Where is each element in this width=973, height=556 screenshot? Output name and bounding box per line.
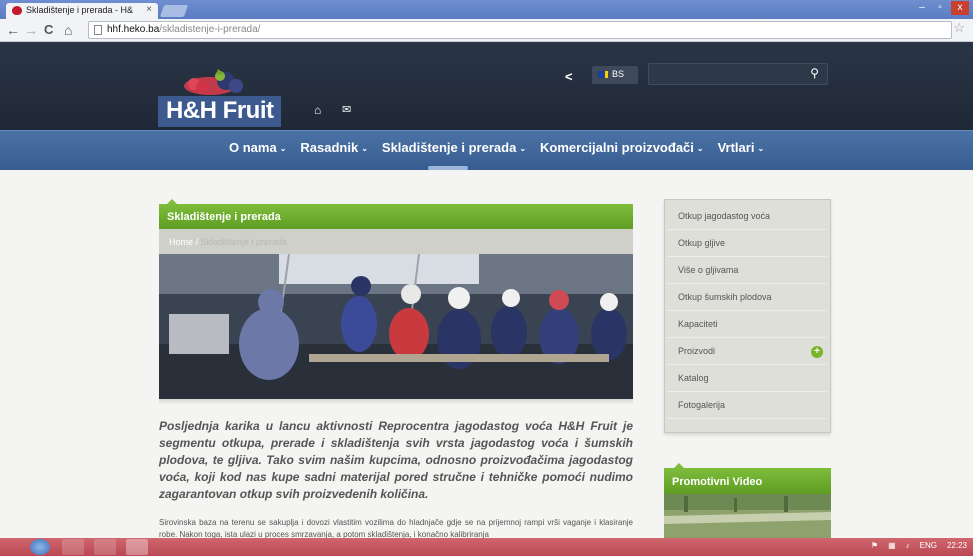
nav-label: O nama	[229, 140, 277, 155]
taskbar-app-browser[interactable]	[126, 539, 148, 555]
promo-video-thumbnail[interactable]	[664, 494, 831, 538]
window-close-button[interactable]: x	[951, 1, 969, 15]
taskbar-app-explorer[interactable]	[62, 539, 84, 555]
minimize-button[interactable]: –	[915, 1, 929, 15]
nav-label: Vrtlari	[717, 140, 755, 155]
sidebar-item-label: Proizvodi	[678, 346, 716, 356]
system-tray: ⚑ ▦ ♪ ENG 22:23	[871, 541, 967, 550]
home-button[interactable]: ⌂	[64, 22, 72, 38]
os-taskbar: ⚑ ▦ ♪ ENG 22:23	[0, 538, 973, 556]
back-button[interactable]: ←	[6, 22, 20, 38]
sidebar-item-label: Otkup jagodastog voća	[678, 211, 771, 221]
sidebar-item-label: Katalog	[678, 373, 709, 383]
workers-photo-illustration	[159, 254, 633, 399]
breadcrumb-current: Skladištenje i prerada	[200, 237, 288, 247]
sidebar-menu: Otkup jagodastog voća Otkup gljive Više …	[664, 199, 831, 433]
site-logo[interactable]: H&H Fruit	[158, 58, 292, 128]
nav-label: Rasadnik	[300, 140, 359, 155]
mail-icon[interactable]: ✉	[342, 103, 351, 116]
flag-tray-icon[interactable]: ⚑	[871, 541, 878, 550]
chevron-down-icon: ⌄	[279, 144, 287, 153]
taskbar-app-media[interactable]	[94, 539, 116, 555]
home-icon[interactable]: ⌂	[314, 103, 321, 117]
sidebar-item-otkup-gljive[interactable]: Otkup gljive	[668, 232, 827, 257]
processing-hall-photo	[159, 254, 633, 399]
forward-button[interactable]: →	[24, 22, 38, 38]
photo-shadow	[159, 399, 633, 405]
breadcrumb: Home / Skladištenje i prerada	[159, 229, 633, 254]
search-input[interactable]	[653, 66, 803, 82]
nav-item-rasadnik[interactable]: Rasadnik ⌄	[300, 140, 368, 155]
site-header	[0, 42, 973, 130]
browser-toolbar: ← → C ⌂ hhf.heko.ba/skladistenje-i-prera…	[0, 19, 973, 42]
site-favicon-icon	[12, 6, 22, 15]
nav-label: Komercijalni proizvođači	[540, 140, 694, 155]
volume-icon[interactable]: ♪	[906, 541, 910, 550]
sidebar-item-label: Fotogalerija	[678, 400, 726, 410]
site-search: ⚲	[648, 63, 828, 85]
sidebar-item-label: Više o gljivama	[678, 265, 739, 275]
berries-logo-icon	[184, 69, 243, 95]
tray-language[interactable]: ENG	[920, 541, 937, 550]
expand-plus-icon[interactable]: +	[811, 346, 823, 358]
promo-video-title: Promotivni Video	[664, 463, 831, 494]
sidebar-item-vise-o-gljivama[interactable]: Više o gljivama	[668, 259, 827, 284]
sidebar-item-proizvodi[interactable]: Proizvodi +	[668, 340, 827, 365]
chevron-left-icon[interactable]: <	[565, 69, 573, 84]
tab-close-button[interactable]: ×	[146, 4, 152, 15]
network-icon[interactable]: ▦	[888, 541, 896, 550]
breadcrumb-separator: /	[193, 237, 201, 247]
sidebar-item-katalog[interactable]: Katalog	[668, 367, 827, 392]
main-navigation: O nama ⌄ Rasadnik ⌄ Skladištenje i prerada…	[0, 130, 973, 170]
language-label: BS	[612, 69, 625, 79]
nav-item-vrtlari[interactable]: Vrtlari ⌄	[718, 140, 765, 155]
tab-title: Skladištenje i prerada - H&	[26, 5, 134, 15]
sidebar-item-kapaciteti[interactable]: Kapaciteti	[668, 313, 827, 338]
nav-item-skladistenje[interactable]: Skladištenje i prerada ⌄	[382, 140, 526, 155]
window-controls: – ▫ x	[915, 1, 969, 15]
article-lead: Posljednja karika u lancu aktivnosti Rep…	[159, 419, 633, 501]
sidebar-item-label: Otkup šumskih plodova	[678, 292, 772, 302]
browser-tab[interactable]: Skladištenje i prerada - H& ×	[6, 3, 158, 19]
flag-icon	[598, 71, 608, 78]
nav-item-o-nama[interactable]: O nama ⌄	[229, 140, 286, 155]
url-path: /skladistenje-i-prerada/	[159, 24, 261, 35]
sidebar-item-otkup-jagodastog-voca[interactable]: Otkup jagodastog voća	[668, 205, 827, 230]
page-title: Skladištenje i prerada	[159, 199, 633, 229]
clock[interactable]: 22:23	[947, 541, 967, 550]
address-bar[interactable]: hhf.heko.ba/skladistenje-i-prerada/	[88, 21, 952, 39]
chevron-down-icon: ⌄	[519, 144, 527, 153]
logo-text: H&H Fruit	[158, 96, 282, 127]
nav-label: Skladištenje i prerada	[381, 140, 517, 155]
browser-titlebar: Skladištenje i prerada - H& × – ▫ x	[0, 0, 973, 19]
search-icon[interactable]: ⚲	[810, 66, 819, 80]
page-icon	[94, 25, 102, 35]
chevron-down-icon: ⌄	[361, 144, 368, 153]
chevron-down-icon: ⌄	[696, 144, 704, 153]
start-button[interactable]	[30, 539, 50, 555]
language-selector[interactable]: BS	[592, 66, 638, 84]
breadcrumb-home-link[interactable]: Home	[169, 237, 193, 247]
url-host: hhf.heko.ba	[107, 24, 160, 35]
sidebar-item-otkup-sumskih-plodova[interactable]: Otkup šumskih plodova	[668, 286, 827, 311]
video-landscape-illustration	[664, 494, 831, 538]
bookmark-star-icon[interactable]: ☆	[953, 20, 965, 36]
sidebar-item-label: Otkup gljive	[678, 238, 726, 248]
nav-item-komercijalni[interactable]: Komercijalni proizvođači ⌄	[540, 140, 704, 155]
reload-button[interactable]: C	[44, 22, 53, 38]
sidebar-item-fotogalerija[interactable]: Fotogalerija	[668, 394, 827, 419]
sidebar-item-label: Kapaciteti	[678, 319, 718, 329]
maximize-button[interactable]: ▫	[933, 1, 947, 15]
new-tab-button[interactable]	[159, 5, 189, 17]
chevron-down-icon: ⌄	[757, 144, 765, 153]
